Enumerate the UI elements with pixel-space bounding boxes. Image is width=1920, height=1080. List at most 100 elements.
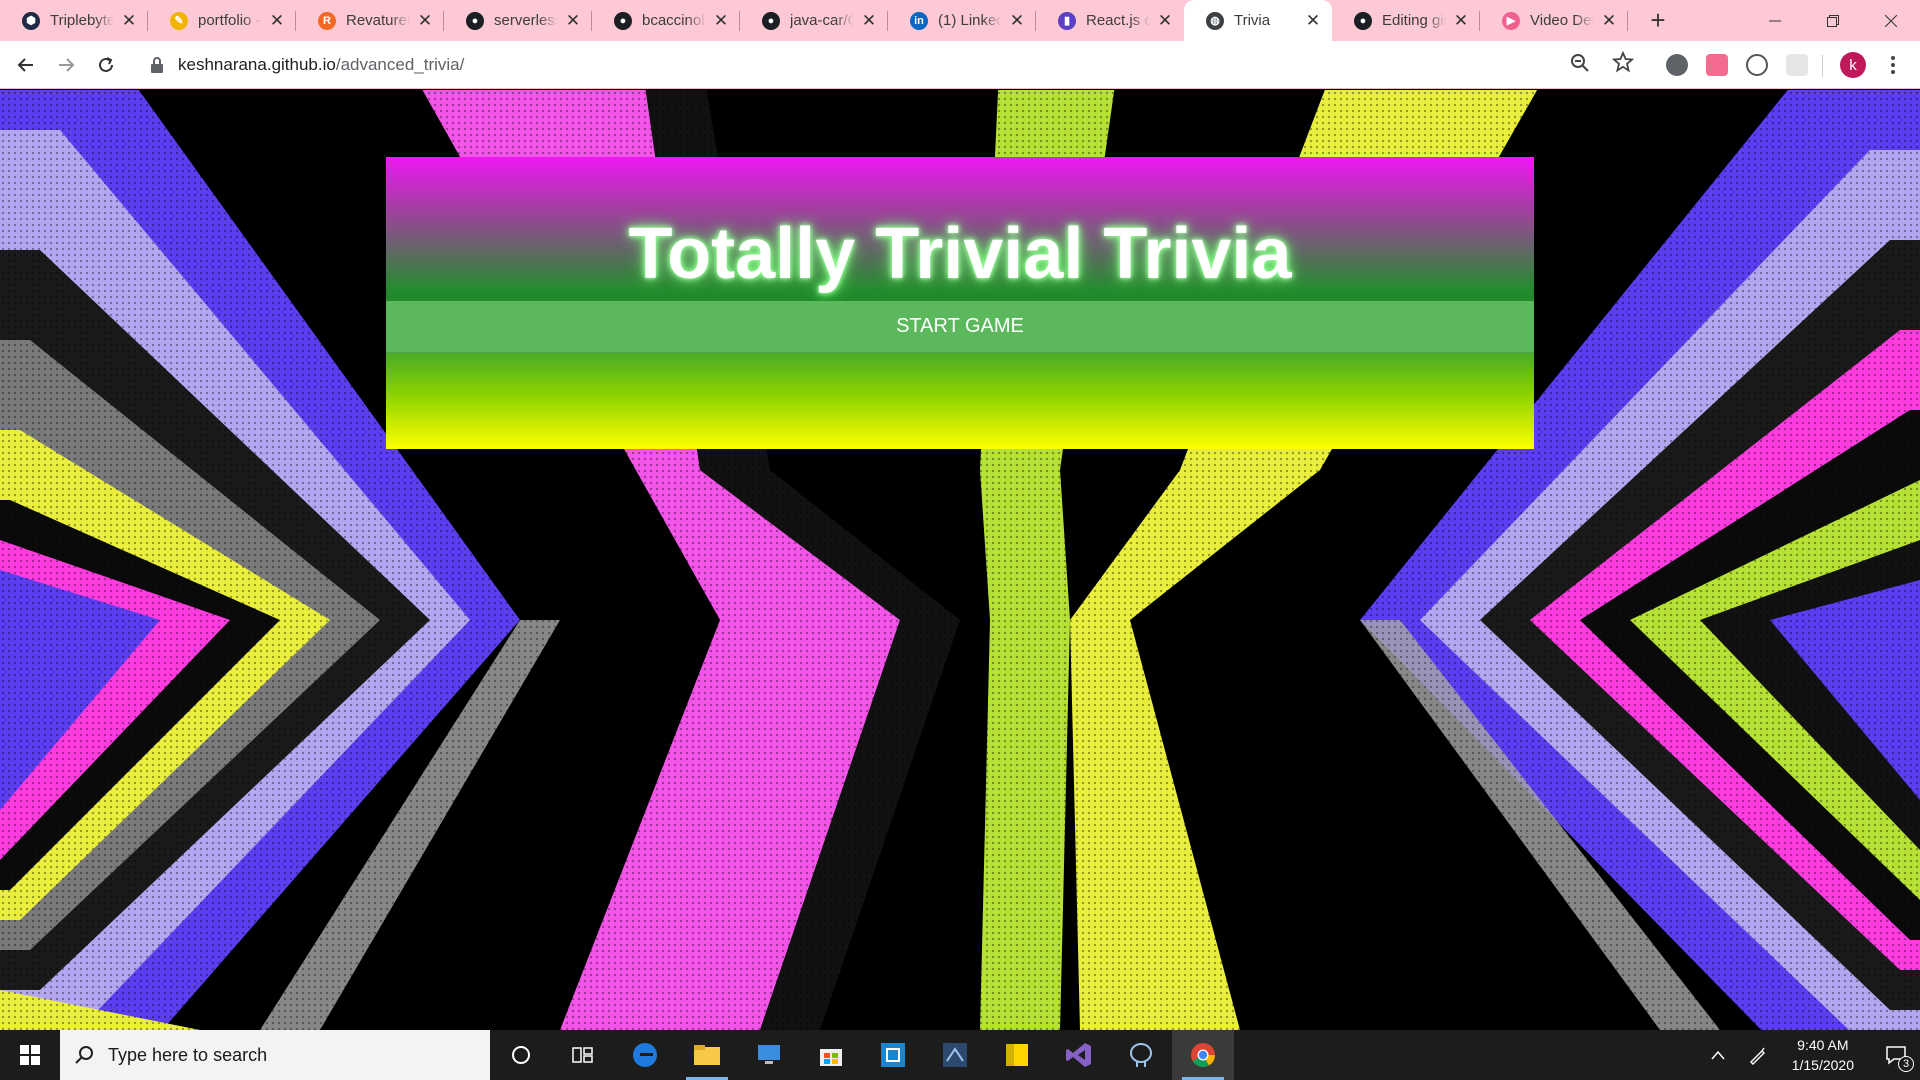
windows-logo-icon	[20, 1045, 40, 1065]
taskbar-clock[interactable]: 9:40 AM 1/15/2020	[1792, 1035, 1854, 1075]
tab-close-icon[interactable]: ✕	[1156, 11, 1174, 30]
edit-icon: ✎	[170, 11, 188, 30]
tab-bcaccinolo[interactable]: ● bcaccinolo ✕	[592, 0, 740, 41]
tab-title: React.js ch	[1086, 12, 1150, 29]
url-text: keshnarana.github.io/advanced_trivia/	[178, 55, 465, 74]
linkedin-icon: in	[910, 11, 928, 30]
new-tab-button[interactable]: +	[1638, 0, 1678, 41]
tab-video-det[interactable]: ▶ Video Det ✕	[1480, 0, 1628, 41]
tab-title: java-car/C	[790, 12, 854, 29]
tab-triplebyte[interactable]: ⬢ Triplebyte ✕	[0, 0, 148, 41]
restore-icon	[1827, 14, 1839, 27]
tab-title: RevatureP	[346, 12, 410, 29]
tab-close-icon[interactable]: ✕	[712, 11, 730, 30]
trivia-header-card: Totally Trivial Trivia START GAME	[386, 157, 1534, 449]
taskbar-visual-studio[interactable]	[1048, 1030, 1110, 1080]
extension-tracker-icon[interactable]	[1746, 54, 1768, 76]
browser-toolbar: keshnarana.github.io/advanced_trivia/	[0, 41, 1920, 89]
browser-menu-button[interactable]	[1886, 52, 1900, 78]
tab-close-icon[interactable]: ✕	[120, 11, 138, 30]
triplebyte-icon: ⬢	[22, 11, 40, 30]
taskbar-search-input[interactable]: Type here to search	[60, 1030, 490, 1080]
minimize-icon	[1769, 20, 1781, 21]
notification-badge: 3	[1898, 1056, 1914, 1072]
bookmark-star-icon[interactable]	[1612, 51, 1634, 73]
pen-icon	[1749, 1047, 1765, 1065]
tab-trivia[interactable]: ◍ Trivia ✕	[1184, 0, 1332, 41]
taskbar-store[interactable]	[800, 1030, 862, 1080]
close-icon	[1885, 14, 1897, 27]
tab-portfolio[interactable]: ✎ portfolio - ✕	[148, 0, 296, 41]
video-icon: ▶	[1502, 11, 1520, 30]
start-game-button[interactable]: START GAME	[386, 301, 1534, 353]
app-grid-icon	[881, 1043, 905, 1067]
windows-taskbar: Type here to search 9:40 AM 1/15/2020 3	[0, 1030, 1920, 1080]
search-placeholder: Type here to search	[108, 1044, 268, 1065]
back-button[interactable]	[6, 45, 46, 85]
extension-icon[interactable]	[1666, 54, 1688, 76]
action-center-button[interactable]: 3	[1872, 1030, 1920, 1080]
tab-java-car-c[interactable]: ● java-car/C ✕	[740, 0, 888, 41]
extension-puzzle-icon[interactable]	[1786, 54, 1808, 76]
tab-close-icon[interactable]: ✕	[1452, 11, 1470, 30]
tab-title: (1) Linked	[938, 12, 1002, 29]
show-hidden-icons-button[interactable]	[1698, 1030, 1738, 1080]
page-viewport: Totally Trivial Trivia START GAME	[0, 90, 1920, 1030]
visual-studio-icon	[1066, 1043, 1091, 1067]
tab-close-icon[interactable]: ✕	[268, 11, 286, 30]
tab-close-icon[interactable]: ✕	[1008, 11, 1026, 30]
tab-close-icon[interactable]: ✕	[564, 11, 582, 30]
tab-close-icon[interactable]: ✕	[416, 11, 434, 30]
github-icon: ●	[762, 11, 780, 30]
github-icon: ●	[614, 11, 632, 30]
tab-serverless[interactable]: ● serverless ✕	[444, 0, 592, 41]
toolbar-divider	[1822, 55, 1823, 77]
minimize-button[interactable]	[1746, 0, 1804, 41]
sticky-notes-icon	[1006, 1044, 1028, 1066]
chrome-icon	[1191, 1043, 1215, 1068]
remote-desktop-icon	[758, 1045, 780, 1064]
clock-time: 9:40 AM	[1797, 1037, 1849, 1053]
tab-title: Trivia	[1234, 12, 1271, 29]
close-window-button[interactable]	[1862, 0, 1920, 41]
system-tray: 9:40 AM 1/15/2020 3	[1698, 1030, 1920, 1080]
extension-video-icon[interactable]	[1706, 54, 1728, 76]
taskbar-sticky-notes[interactable]	[986, 1030, 1048, 1080]
reload-icon	[99, 56, 113, 72]
forward-button[interactable]	[46, 45, 86, 85]
tab-editing-git[interactable]: ● Editing git ✕	[1332, 0, 1480, 41]
search-icon	[75, 1046, 93, 1064]
reload-button[interactable]	[86, 45, 126, 85]
taskbar-postgres[interactable]	[1110, 1030, 1172, 1080]
tab-title: bcaccinolo	[642, 12, 706, 29]
back-arrow-icon	[17, 57, 33, 72]
zoom-icon[interactable]	[1570, 53, 1590, 73]
taskbar-edge[interactable]	[614, 1030, 676, 1080]
taskbar-chrome[interactable]	[1172, 1030, 1234, 1080]
tab-title: portfolio -	[198, 12, 261, 29]
task-view-button[interactable]	[552, 1030, 614, 1080]
cortana-icon	[512, 1046, 530, 1064]
taskbar-app-blue[interactable]	[862, 1030, 924, 1080]
start-button[interactable]	[0, 1030, 60, 1080]
folder-icon	[694, 1045, 720, 1065]
tab-close-icon[interactable]: ✕	[1600, 11, 1618, 30]
chevron-up-icon	[1711, 1050, 1725, 1060]
pen-workspace-button[interactable]	[1738, 1030, 1778, 1080]
tab-close-icon[interactable]: ✕	[1304, 11, 1322, 30]
taskbar-file-explorer[interactable]	[676, 1030, 738, 1080]
task-view-icon	[572, 1047, 593, 1063]
tab-1-linked[interactable]: in (1) Linked ✕	[888, 0, 1036, 41]
address-bar[interactable]: keshnarana.github.io/advanced_trivia/	[138, 47, 1638, 83]
cortana-button[interactable]	[490, 1030, 552, 1080]
restore-button[interactable]	[1804, 0, 1862, 41]
tab-close-icon[interactable]: ✕	[860, 11, 878, 30]
taskbar-remote-desktop[interactable]	[738, 1030, 800, 1080]
profile-avatar[interactable]: k	[1840, 52, 1866, 78]
store-icon	[820, 1049, 842, 1066]
tab-react-js-ch[interactable]: ▮ React.js ch ✕	[1036, 0, 1184, 41]
edge-icon	[633, 1043, 657, 1067]
github-icon: ●	[1354, 11, 1372, 30]
taskbar-sql-tool[interactable]	[924, 1030, 986, 1080]
tab-revaturep[interactable]: R RevatureP ✕	[296, 0, 444, 41]
